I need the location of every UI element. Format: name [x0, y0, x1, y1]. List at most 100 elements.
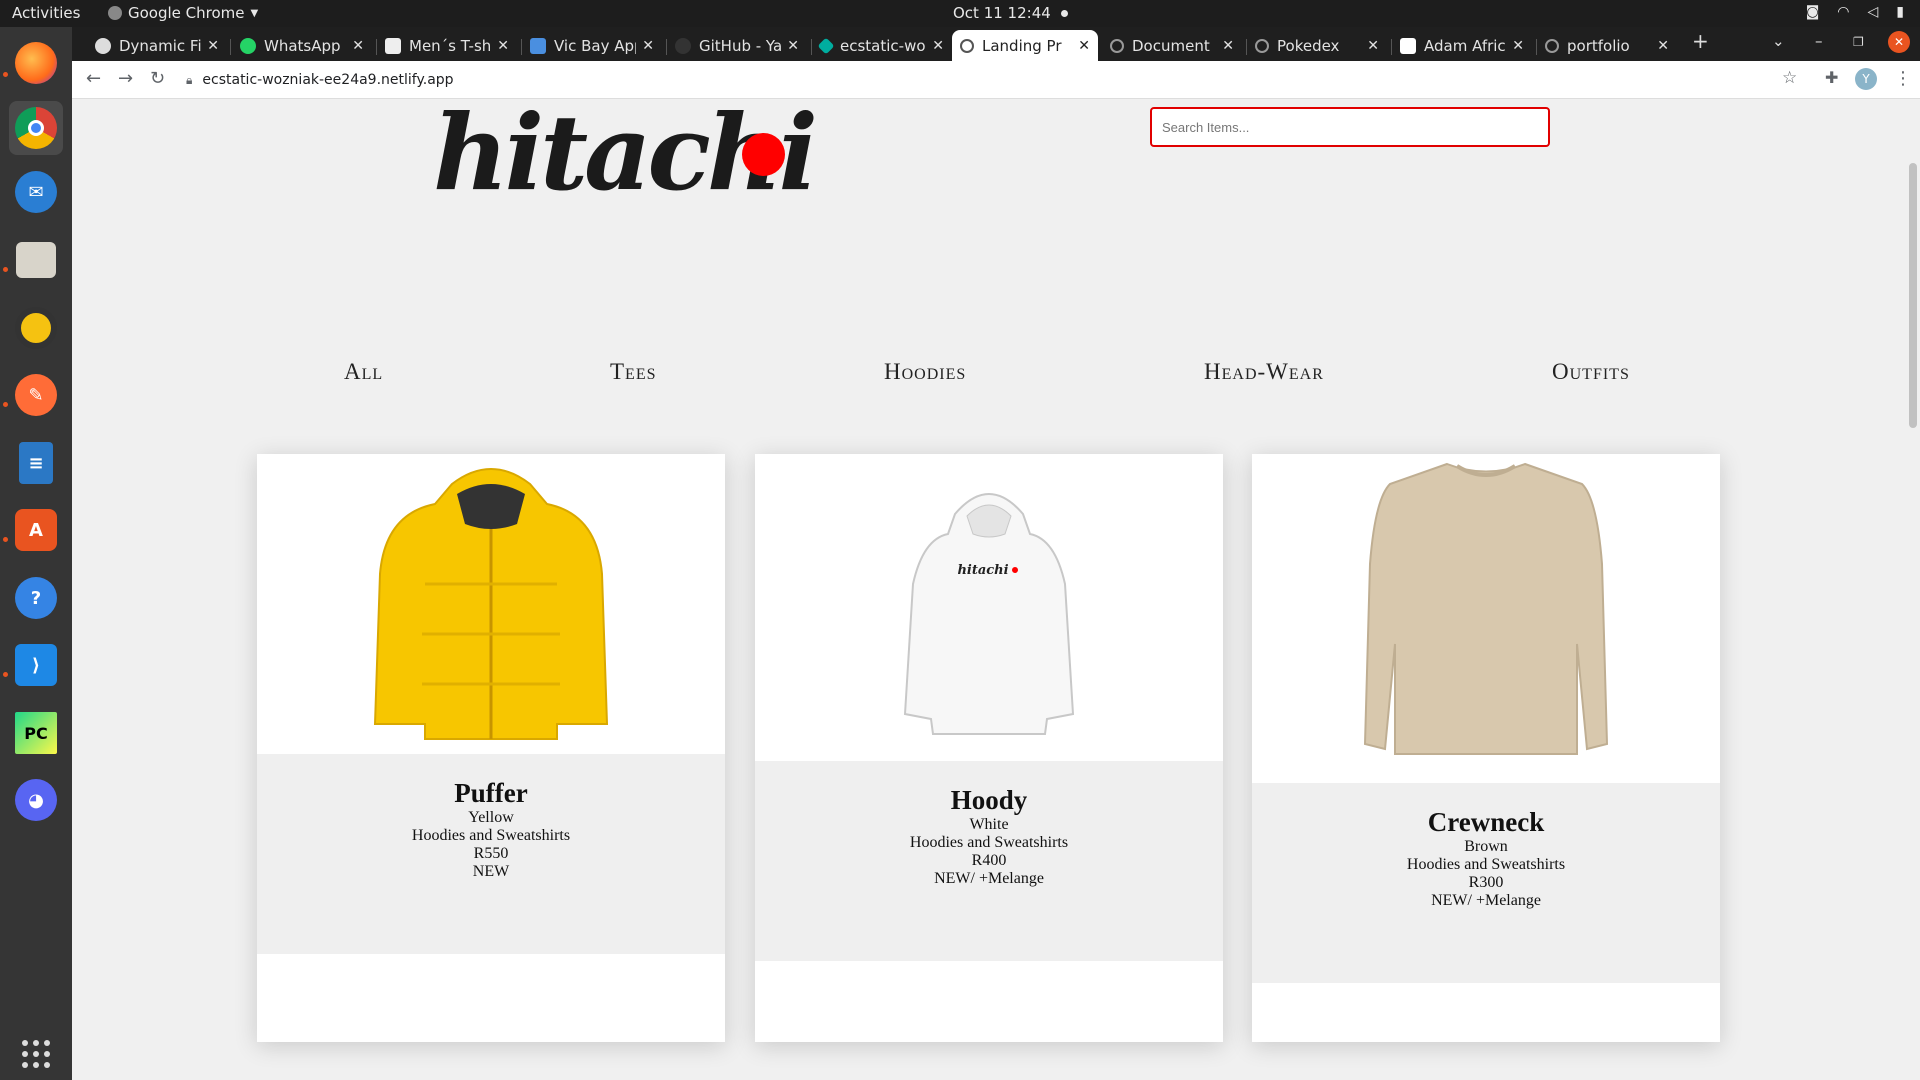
- product-price: R400: [971, 852, 1007, 869]
- notification-dot-icon: [1060, 9, 1068, 17]
- activities-button[interactable]: Activities: [12, 4, 80, 22]
- volume-icon[interactable]: ◁: [1868, 4, 1879, 20]
- product-price: R300: [1468, 874, 1504, 891]
- category-hoodies[interactable]: Hoodies: [884, 359, 966, 385]
- profile-avatar[interactable]: Y: [1855, 68, 1877, 90]
- close-tab-icon[interactable]: ✕: [207, 38, 219, 54]
- product-card-hoody[interactable]: hitachi Hoody White Hoodies and Sweatshi…: [755, 454, 1223, 1042]
- caret-down-icon: ▼: [250, 7, 259, 19]
- writer-icon: ≡: [19, 442, 53, 484]
- restore-button[interactable]: ❐: [1853, 35, 1864, 49]
- new-tab-button[interactable]: +: [1692, 29, 1709, 53]
- product-image: [257, 454, 725, 754]
- dock-vscode[interactable]: ⟩: [9, 638, 63, 692]
- running-indicator: [3, 267, 8, 272]
- tab-adam-africa[interactable]: Adam Africa ✕: [1392, 30, 1532, 61]
- reload-button[interactable]: ↻: [150, 68, 165, 89]
- dock-writer[interactable]: ≡: [9, 436, 63, 490]
- close-tab-icon[interactable]: ✕: [1657, 38, 1669, 54]
- address-bar[interactable]: 🔒︎ ecstatic-wozniak-ee24a9.netlify.app: [176, 65, 1836, 95]
- product-image: hitachi: [755, 454, 1223, 761]
- dock-help[interactable]: ?: [9, 571, 63, 625]
- yellow-puffer-jacket-image: [373, 468, 609, 740]
- product-name: Puffer: [454, 778, 528, 808]
- chrome-icon: [15, 107, 57, 149]
- tab-portfolio[interactable]: portfolio ✕: [1537, 30, 1677, 61]
- chrome-small-icon: [108, 6, 122, 20]
- forward-button[interactable]: →: [118, 68, 133, 89]
- close-tab-icon[interactable]: ✕: [787, 38, 799, 54]
- close-tab-icon[interactable]: ✕: [1367, 38, 1379, 54]
- clock[interactable]: Oct 11 12:44: [953, 4, 1068, 22]
- lock-icon: 🔒︎: [186, 72, 193, 87]
- product-color: Brown: [1464, 838, 1508, 855]
- wifi-icon[interactable]: ◠: [1837, 4, 1849, 20]
- dock-rhythmbox[interactable]: [9, 301, 63, 355]
- logo-red-dot: [742, 133, 785, 176]
- close-tab-icon[interactable]: ✕: [932, 38, 944, 54]
- tab-dynamic-filter[interactable]: Dynamic Fil ✕: [87, 30, 227, 61]
- firefox-icon: [15, 42, 57, 84]
- back-button[interactable]: ←: [86, 68, 101, 89]
- bookmark-star-icon[interactable]: ☆: [1782, 68, 1797, 88]
- close-tab-icon[interactable]: ✕: [1222, 38, 1234, 54]
- system-tray[interactable]: ◙ ◠ ◁ ▮: [1806, 4, 1904, 20]
- dock-discord[interactable]: ◕: [9, 773, 63, 827]
- category-outfits[interactable]: Outfits: [1552, 359, 1630, 385]
- close-tab-icon[interactable]: ✕: [1078, 38, 1090, 54]
- product-card-puffer[interactable]: Puffer Yellow Hoodies and Sweatshirts R5…: [257, 454, 725, 1042]
- show-apps-button[interactable]: [9, 1027, 63, 1080]
- product-info: Puffer Yellow Hoodies and Sweatshirts R5…: [257, 754, 725, 954]
- tab-netlify[interactable]: ecstatic-woz ✕: [812, 30, 952, 61]
- chrome-menu-icon[interactable]: ⋮: [1894, 68, 1912, 89]
- battery-icon[interactable]: ▮: [1896, 4, 1904, 20]
- close-tab-icon[interactable]: ✕: [497, 38, 509, 54]
- tab-github[interactable]: GitHub - Yar ✕: [667, 30, 807, 61]
- beige-crewneck-image: [1363, 462, 1609, 755]
- tab-whatsapp[interactable]: WhatsApp ✕: [232, 30, 372, 61]
- tab-title: GitHub - Yar: [699, 36, 782, 55]
- product-card-crewneck[interactable]: Crewneck Brown Hoodies and Sweatshirts R…: [1252, 454, 1720, 1042]
- product-name: Hoody: [950, 785, 1028, 815]
- category-tees[interactable]: Tees: [610, 359, 657, 385]
- netlify-favicon-icon: [817, 37, 835, 54]
- dock-pycharm[interactable]: PC: [9, 706, 63, 760]
- close-tab-icon[interactable]: ✕: [1512, 38, 1524, 54]
- pycharm-icon: PC: [15, 712, 57, 754]
- product-info: Hoody White Hoodies and Sweatshirts R400…: [755, 761, 1223, 961]
- tab-mens-tshirts[interactable]: Men´s T-shi ✕: [377, 30, 517, 61]
- discord-icon: ◕: [15, 779, 57, 821]
- scrollbar-thumb[interactable]: [1909, 163, 1917, 428]
- dock-chrome[interactable]: [9, 101, 63, 155]
- dock-postman[interactable]: ✎: [9, 368, 63, 422]
- dock-thunderbird[interactable]: ✉: [9, 165, 63, 219]
- minimize-button[interactable]: –: [1815, 32, 1823, 50]
- category-all[interactable]: All: [344, 359, 383, 385]
- page-scrollbar[interactable]: [1906, 99, 1920, 1080]
- close-tab-icon[interactable]: ✕: [642, 38, 654, 54]
- thunderbird-icon: ✉: [15, 171, 57, 213]
- tab-document[interactable]: Document ✕: [1102, 30, 1242, 61]
- browser-window: Dynamic Fil ✕ WhatsApp ✕ Men´s T-shi ✕ V…: [72, 27, 1920, 99]
- tab-vic-bay[interactable]: Vic Bay App ✕: [522, 30, 662, 61]
- dock-software[interactable]: A: [9, 503, 63, 557]
- globe-favicon-icon: [1110, 38, 1124, 53]
- tab-search-icon[interactable]: ⌄: [1772, 32, 1785, 50]
- tab-pokedex[interactable]: Pokedex ✕: [1247, 30, 1387, 61]
- dock-files[interactable]: [9, 233, 63, 287]
- product-category: Hoodies and Sweatshirts: [909, 834, 1069, 851]
- close-window-button[interactable]: ✕: [1888, 31, 1910, 53]
- extensions-icon[interactable]: ✚: [1825, 68, 1838, 87]
- dock-firefox[interactable]: [9, 36, 63, 90]
- help-icon: ?: [15, 577, 57, 619]
- category-head-wear[interactable]: Head-Wear: [1204, 359, 1324, 385]
- close-tab-icon[interactable]: ✕: [352, 38, 364, 54]
- tab-landing-page[interactable]: Landing Pr ✕: [952, 30, 1098, 61]
- search-input[interactable]: [1150, 107, 1550, 147]
- app-menu[interactable]: Google Chrome ▼: [108, 4, 258, 22]
- product-color: White: [969, 816, 1009, 833]
- vscode-icon: ⟩: [15, 644, 57, 686]
- discord-tray-icon[interactable]: ◙: [1806, 4, 1820, 20]
- tab-title: Men´s T-shi: [409, 36, 492, 55]
- product-tag: NEW: [472, 863, 510, 880]
